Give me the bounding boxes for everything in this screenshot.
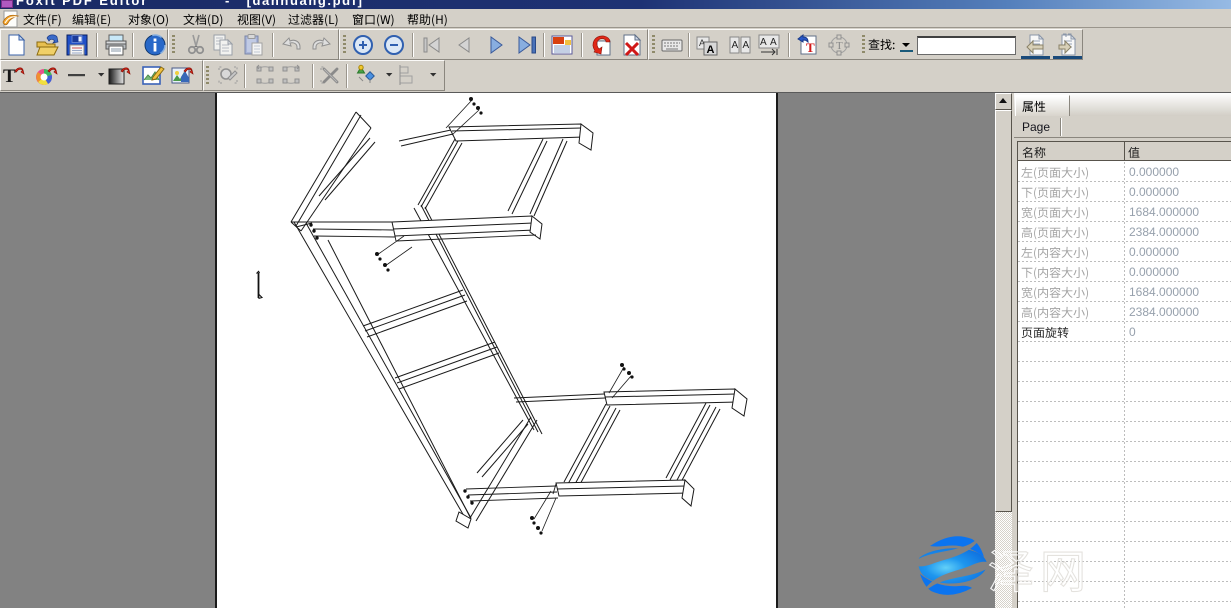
svg-text:T: T: [836, 40, 843, 52]
svg-text:T: T: [806, 40, 815, 55]
svg-text:A: A: [770, 37, 777, 48]
svg-text:A: A: [707, 44, 715, 56]
svg-text:A: A: [760, 37, 767, 48]
svg-text:A: A: [743, 40, 750, 51]
svg-text:A: A: [732, 40, 739, 51]
svg-text:T: T: [3, 66, 16, 87]
